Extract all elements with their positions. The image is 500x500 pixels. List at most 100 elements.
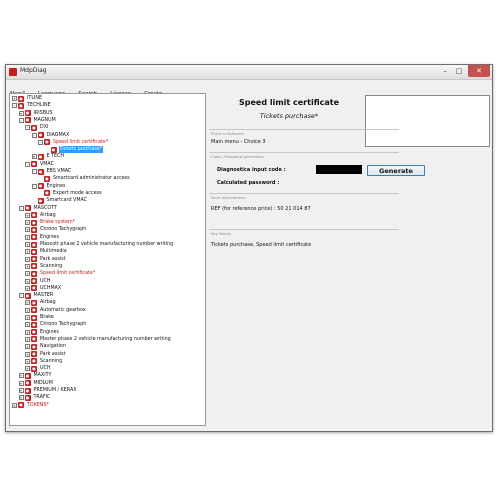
tree-node-label[interactable]: TRAFIC [33, 394, 52, 401]
expand-icon[interactable]: + [25, 227, 30, 233]
expand-icon[interactable]: + [12, 402, 17, 408]
tree-node[interactable]: + ● Scanning [25, 358, 63, 365]
expand-icon[interactable]: + [18, 388, 24, 393]
expand-icon[interactable]: + [25, 322, 30, 328]
tree-node[interactable]: - ● EBS VMAC [31, 168, 73, 175]
tree-node[interactable]: + ● Engines [25, 234, 60, 241]
tree-node[interactable]: - ● MAGNUM [18, 117, 57, 124]
tree-node[interactable]: + ● IRISBUS [18, 110, 54, 117]
tree-node[interactable]: + ● Airbag [25, 212, 57, 219]
tree-node-label[interactable]: Speed limit certificate* [39, 270, 96, 277]
tree-node-label[interactable]: Chrono Tachygraph [39, 321, 87, 328]
tree-node-label[interactable]: Park assist [39, 351, 67, 358]
collapse-icon[interactable]: - [31, 132, 37, 138]
tree-node[interactable]: + ● Speed limit certificate* [25, 270, 96, 277]
tree-node[interactable]: ● Expert mode access [38, 190, 103, 197]
tree-node[interactable]: + ● Brake system* [25, 219, 76, 226]
expand-icon[interactable]: + [25, 307, 30, 313]
tree-node[interactable]: + ● Park assist [25, 351, 67, 358]
expand-icon[interactable]: + [25, 263, 30, 269]
tree-node-label[interactable]: MAXITY [33, 372, 53, 379]
tree-node-label[interactable]: Smartcard administrator access [52, 175, 131, 182]
generate-button[interactable]: Generate [367, 165, 425, 176]
expand-icon[interactable]: + [25, 358, 30, 364]
tree-node[interactable]: + ● Mascott phase 2 vehicle manufacturing … [25, 241, 174, 248]
tree-node-label[interactable]: Chrono Tachygraph [39, 226, 87, 233]
tree-node[interactable]: + ● Automatic gearbox [25, 307, 87, 314]
collapse-icon[interactable]: - [31, 169, 37, 174]
expand-icon[interactable]: + [25, 344, 30, 350]
tree-node[interactable]: + ● E TECH [31, 153, 65, 160]
tree-node[interactable]: + ● Park assist [25, 256, 67, 263]
expand-icon[interactable]: + [25, 315, 30, 320]
close-button[interactable]: ✕ [468, 65, 490, 77]
tree-node[interactable]: + ● Brake [25, 314, 55, 321]
tree-node[interactable]: + ● TRAFIC [18, 394, 52, 401]
tree-node-label[interactable]: UCH [39, 365, 51, 372]
tree-node[interactable]: - ● MASCOTT [18, 205, 58, 212]
expand-icon[interactable]: + [25, 212, 30, 218]
expand-icon[interactable]: + [18, 110, 24, 116]
tree-node[interactable]: ● Smartcard administrator access [38, 175, 131, 182]
tree-node[interactable]: + ● Master phase 2 vehicle manufacturing n… [25, 336, 172, 343]
tree-node-label[interactable]: Automatic gearbox [39, 307, 87, 314]
tree-node[interactable]: - ● VMAC [25, 161, 55, 168]
expand-icon[interactable]: + [25, 329, 30, 335]
tree-node-label[interactable]: Brake system* [39, 219, 76, 226]
expand-icon[interactable]: + [25, 234, 30, 240]
title-bar[interactable]: MdpDiag – □ ✕ [6, 65, 492, 80]
tree-node-label[interactable]: Expert mode access [52, 190, 103, 197]
tree-node-label[interactable]: ITLINE [26, 95, 43, 102]
tree-node[interactable]: + ● TOKENS* [12, 402, 50, 409]
tree-node-label[interactable]: Scanning [39, 358, 63, 365]
tree-node[interactable]: + ● PREMIUM / KERAX [18, 387, 78, 394]
tree-node-label[interactable]: DXI [39, 124, 49, 131]
collapse-icon[interactable]: - [25, 125, 30, 131]
minimize-button[interactable]: – [438, 65, 452, 77]
collapse-icon[interactable]: - [31, 183, 37, 189]
tree-node-label[interactable]: Airbag [39, 299, 57, 306]
tree-node[interactable]: + ● MIDLUM [18, 380, 54, 387]
tree-node-label[interactable]: MASCOTT [33, 205, 58, 212]
expand-icon[interactable]: + [25, 300, 30, 306]
tree-node-label[interactable]: VMAC [39, 161, 55, 168]
tree-node[interactable]: - ● MASTER [18, 292, 55, 299]
tree-node-label[interactable]: E TECH [46, 153, 65, 160]
collapse-icon[interactable]: - [12, 103, 17, 109]
tree-node-label[interactable]: Mascott phase 2 vehicle manufacturing nu… [39, 241, 174, 248]
tree-node-label[interactable]: MAGNUM [33, 117, 57, 124]
expand-icon[interactable]: + [18, 373, 24, 379]
expand-icon[interactable]: + [31, 154, 37, 160]
tree-node[interactable]: + ● UCH [25, 365, 51, 372]
vehicle-tree[interactable]: + ● ITLINE - ● TECHLINE + ● IRISBUS - ● MAGNUM - ● DXI… [9, 93, 206, 426]
tree-node-label[interactable]: UCH [39, 278, 51, 285]
tree-node[interactable]: - ● Engines [31, 183, 67, 190]
tree-node[interactable]: - ● TECHLINE [12, 102, 52, 109]
input-code-field[interactable] [316, 165, 362, 174]
expand-icon[interactable]: + [25, 285, 30, 291]
tree-node-label[interactable]: Park assist [39, 256, 67, 263]
tree-node-label[interactable]: PREMIUM / KERAX [33, 387, 78, 394]
expand-icon[interactable]: + [25, 351, 30, 357]
expand-icon[interactable]: + [25, 278, 30, 284]
expand-icon[interactable]: + [25, 271, 30, 277]
tree-node-label[interactable]: TOKENS* [26, 402, 50, 409]
expand-icon[interactable]: + [25, 256, 30, 262]
tree-node[interactable]: + ● Airbag [25, 299, 57, 306]
tree-node[interactable]: - ● DXI [25, 124, 49, 131]
tree-node-label[interactable]: DIAGMAX [46, 132, 71, 139]
tree-node[interactable]: ● Tickets purchase* [45, 146, 104, 154]
tree-node-label[interactable]: Engines [46, 183, 67, 190]
tree-node-label[interactable]: Smartcard VMAC [46, 197, 89, 204]
tree-node[interactable]: - ● DIAGMAX [31, 132, 71, 139]
tree-node[interactable]: + ● Chrono Tachygraph [25, 226, 87, 233]
tree-node[interactable]: + ● Chrono Tachygraph [25, 321, 87, 328]
tree-node-label[interactable]: Tickets purchase* [58, 146, 104, 154]
tree-node-label[interactable]: UCHMAX [39, 285, 62, 292]
tree-node[interactable]: - ● Speed limit certificate* [38, 139, 109, 146]
tree-node[interactable]: + ● ITLINE [12, 95, 43, 102]
tree-node-label[interactable]: Engines [39, 234, 60, 241]
tree-node-label[interactable]: Airbag [39, 212, 57, 219]
tree-node-label[interactable]: Brake [39, 314, 55, 321]
collapse-icon[interactable]: - [18, 205, 24, 211]
